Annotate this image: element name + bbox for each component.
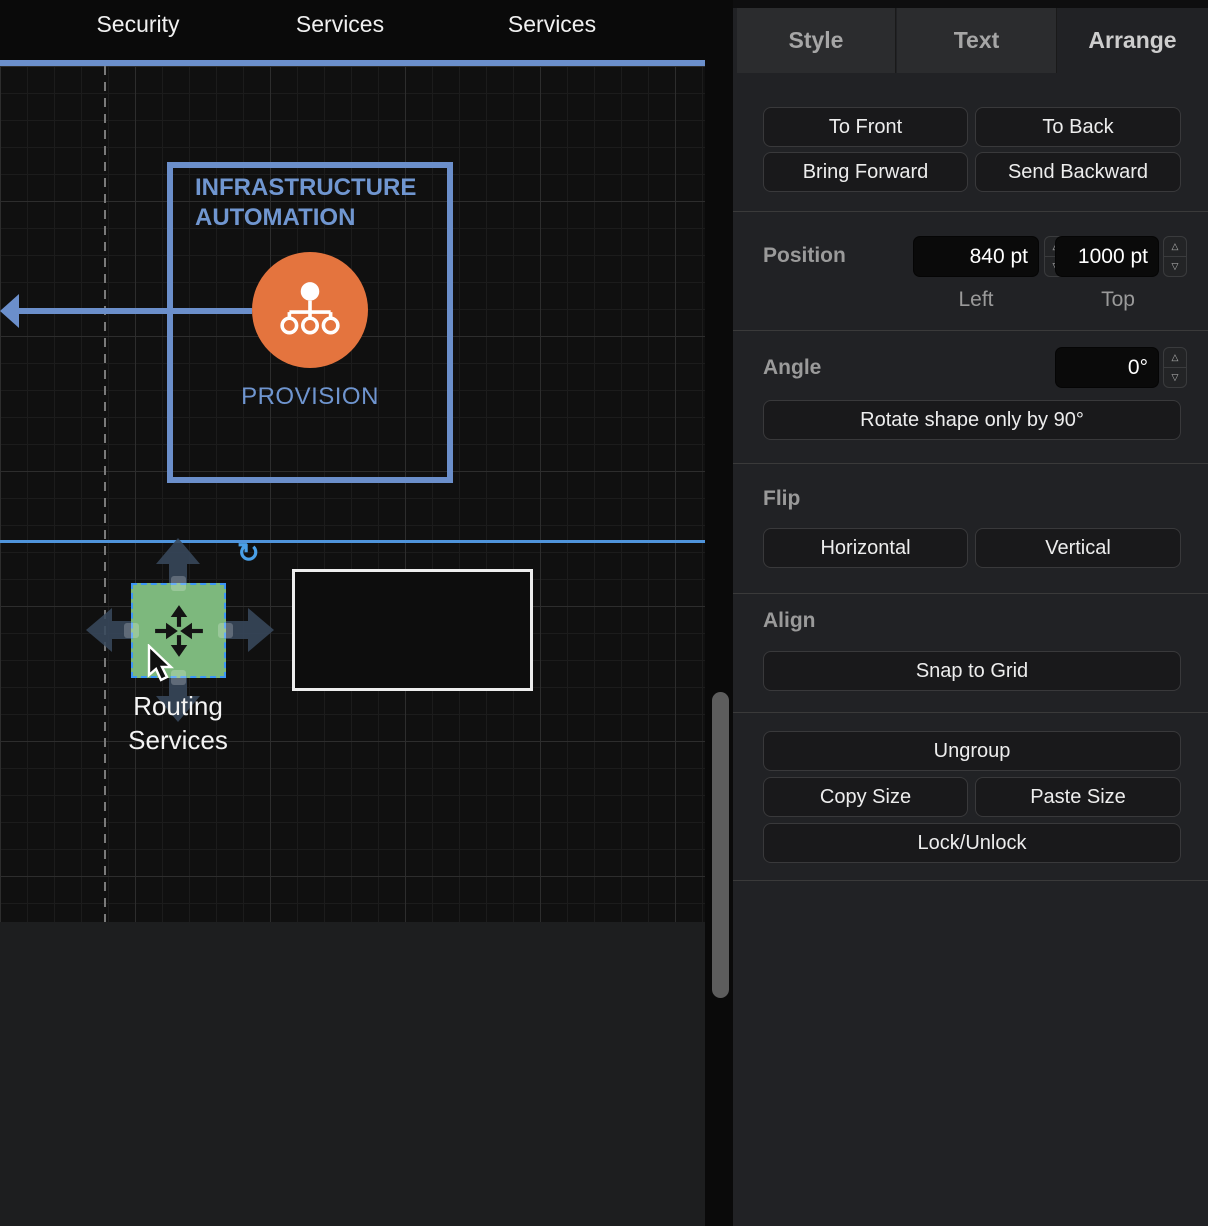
flip-horizontal-button[interactable]: Horizontal [763, 528, 968, 568]
format-panel: Style Text Arrange To Front To Back Brin… [733, 0, 1208, 1226]
position-left-caption: Left [958, 288, 993, 312]
position-left-input[interactable] [913, 236, 1039, 277]
lane-label-services-1[interactable]: Services [296, 11, 384, 38]
rotate-handle-icon[interactable]: ↻ [237, 540, 260, 567]
connector-arrowhead [0, 294, 19, 328]
send-backward-button[interactable]: Send Backward [975, 152, 1181, 192]
section-divider [733, 593, 1208, 594]
routing-services-label: Routing Services [98, 689, 258, 757]
provision-label: PROVISION [167, 383, 453, 411]
to-front-button[interactable]: To Front [763, 107, 968, 147]
canvas[interactable]: Security Services Services INFRASTRUCTUR… [0, 0, 705, 1226]
align-section-label: Align [763, 609, 816, 633]
provision-shape[interactable] [252, 252, 368, 368]
resize-handle-right[interactable] [218, 623, 233, 638]
rotate-90-button[interactable]: Rotate shape only by 90° [763, 400, 1181, 440]
page-boundary-dashed-line [104, 66, 106, 922]
bring-forward-button[interactable]: Bring Forward [763, 152, 968, 192]
position-section-label: Position [763, 244, 846, 268]
angle-section-label: Angle [763, 356, 821, 380]
section-divider [733, 712, 1208, 713]
stepper-up-icon[interactable]: △ [1164, 237, 1186, 257]
tab-arrange[interactable]: Arrange [1057, 8, 1208, 73]
infra-box-title: INFRASTRUCTURE AUTOMATION [195, 173, 416, 233]
position-top-input[interactable] [1055, 236, 1159, 277]
panel-top-strip [733, 0, 1208, 8]
resize-handle-left[interactable] [124, 623, 139, 638]
snap-to-grid-button[interactable]: Snap to Grid [763, 651, 1181, 691]
section-divider [733, 463, 1208, 464]
section-divider [733, 880, 1208, 881]
paste-size-button[interactable]: Paste Size [975, 777, 1181, 817]
angle-input[interactable] [1055, 347, 1159, 388]
stepper-down-icon[interactable]: ▽ [1164, 257, 1186, 276]
tab-text[interactable]: Text [897, 8, 1057, 73]
lock-unlock-button[interactable]: Lock/Unlock [763, 823, 1181, 863]
flip-section-label: Flip [763, 487, 800, 511]
to-back-button[interactable]: To Back [975, 107, 1181, 147]
lane-edge-line[interactable] [0, 540, 705, 543]
tab-style[interactable]: Style [737, 8, 896, 73]
scrollbar-track[interactable] [705, 0, 733, 1226]
angle-stepper: △ ▽ [1163, 347, 1187, 388]
empty-rectangle-shape[interactable] [292, 569, 533, 691]
canvas-header-band: Security Services Services [0, 0, 705, 60]
app-window: Security Services Services INFRASTRUCTUR… [0, 0, 1208, 1226]
lane-label-services-2[interactable]: Services [508, 11, 596, 38]
section-divider [733, 211, 1208, 212]
copy-size-button[interactable]: Copy Size [763, 777, 968, 817]
direction-arrow-right[interactable] [226, 608, 274, 652]
sitemap-icon [277, 277, 343, 343]
lane-label-security[interactable]: Security [96, 11, 179, 38]
position-top-stepper: △ ▽ [1163, 236, 1187, 277]
ungroup-button[interactable]: Ungroup [763, 731, 1181, 771]
mouse-cursor [146, 644, 174, 684]
scrollbar-thumb[interactable] [712, 692, 729, 998]
resize-handle-top[interactable] [171, 576, 186, 591]
stepper-down-icon[interactable]: ▽ [1164, 368, 1186, 387]
position-top-caption: Top [1101, 288, 1135, 312]
section-divider [733, 330, 1208, 331]
connector-edge[interactable] [12, 308, 252, 314]
stepper-up-icon[interactable]: △ [1164, 348, 1186, 368]
flip-vertical-button[interactable]: Vertical [975, 528, 1181, 568]
